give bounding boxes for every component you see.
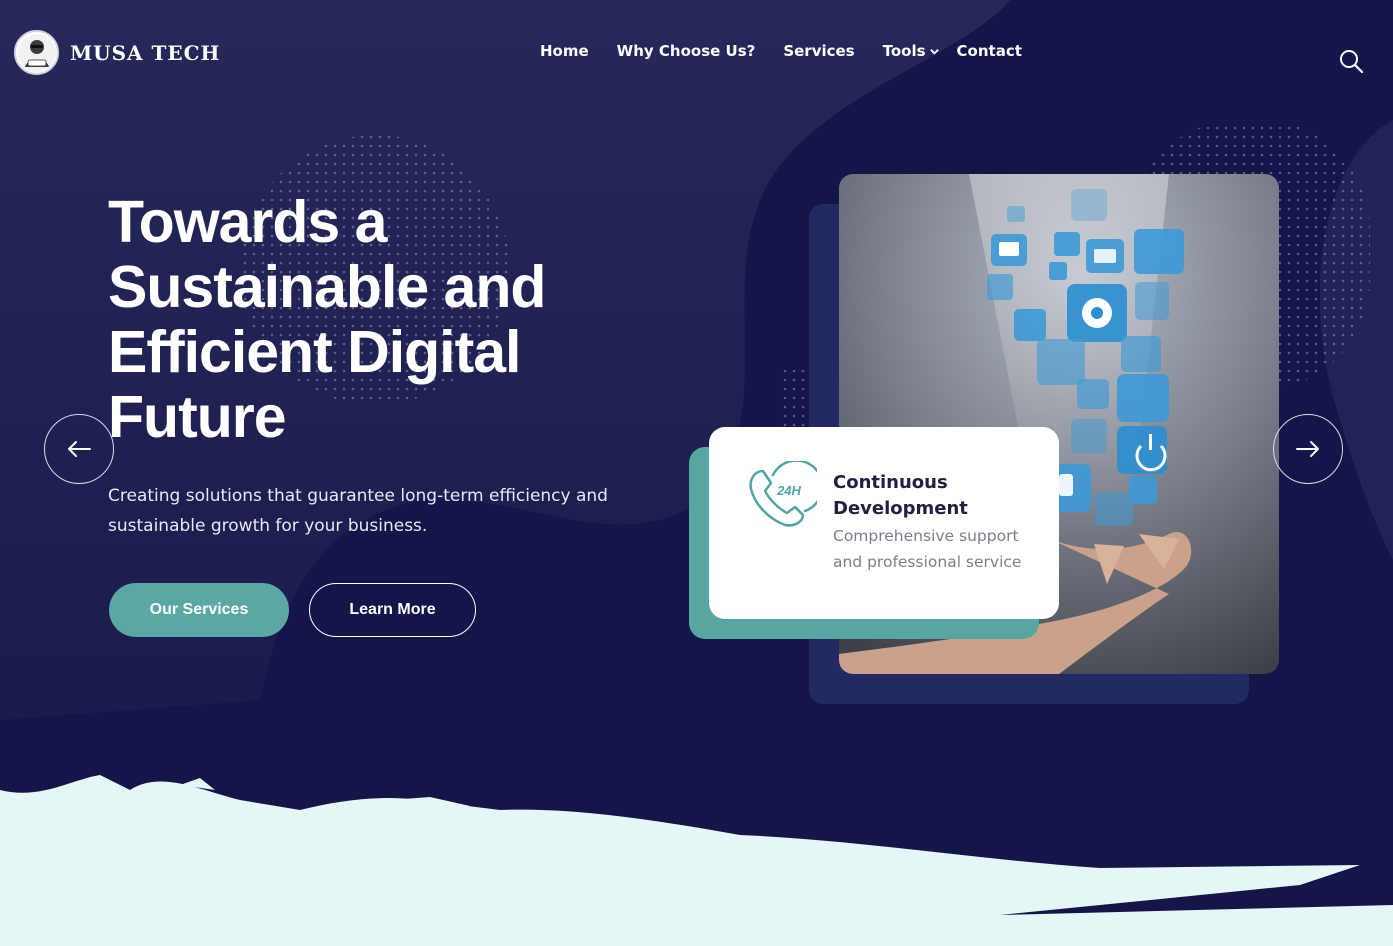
phone-24h-icon: 24H xyxy=(749,461,817,527)
logo-badge-icon xyxy=(14,30,59,75)
arrow-right-icon xyxy=(1296,441,1319,457)
our-services-button[interactable]: Our Services xyxy=(109,583,289,637)
feature-card-title: Continuous Development xyxy=(833,472,968,519)
brand-logo[interactable]: MUSA TECH xyxy=(14,30,220,75)
nav-contact[interactable]: Contact xyxy=(957,42,1022,60)
nav-home[interactable]: Home xyxy=(540,42,589,60)
slider-prev-button[interactable] xyxy=(44,414,114,484)
brand-name: MUSA TECH xyxy=(70,40,221,65)
nav-tools-dropdown[interactable]: Tools xyxy=(883,42,940,60)
nav-tools-label: Tools xyxy=(882,42,926,60)
search-icon[interactable] xyxy=(1338,48,1364,74)
nav-why-choose-us[interactable]: Why Choose Us? xyxy=(617,42,756,60)
hero-subtitle: Creating solutions that guarantee long-t… xyxy=(108,486,608,536)
slider-next-button[interactable] xyxy=(1273,414,1343,484)
site-header: MUSA TECH Home Why Choose Us? Services T… xyxy=(0,0,1393,105)
hero-title: Towards a Sustainable and Efficient Digi… xyxy=(108,189,546,450)
nav-services[interactable]: Services xyxy=(783,42,854,60)
icon-24h-label: 24H xyxy=(776,483,801,498)
feature-card: 24H Continuous Development Comprehensive… xyxy=(709,427,1059,619)
main-nav: Home Why Choose Us? Services Tools Conta… xyxy=(540,42,1022,60)
chevron-down-icon xyxy=(929,48,939,55)
arrow-left-icon xyxy=(68,441,91,457)
feature-card-text: Comprehensive support and professional s… xyxy=(833,527,1022,571)
learn-more-button[interactable]: Learn More xyxy=(309,583,476,637)
